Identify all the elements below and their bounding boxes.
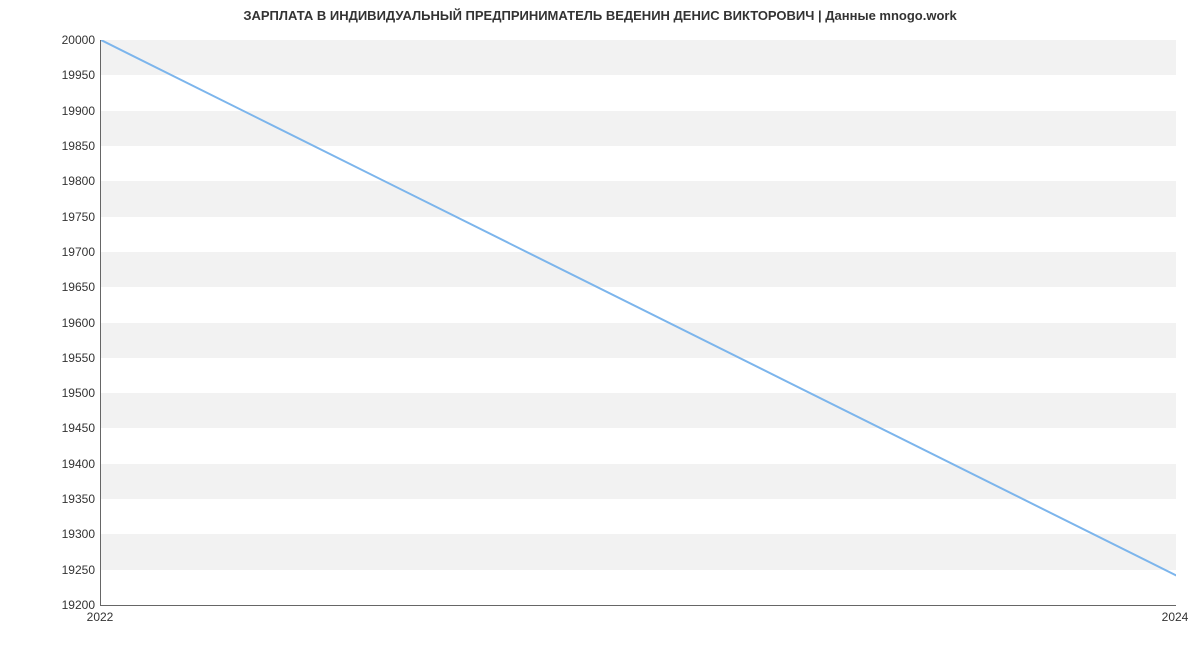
y-tick [100,40,101,41]
y-tick-label: 19550 [5,351,95,365]
data-line [101,40,1176,575]
y-tick-label: 19900 [5,104,95,118]
y-tick [100,464,101,465]
y-tick-label: 19350 [5,492,95,506]
chart-container: ЗАРПЛАТА В ИНДИВИДУАЛЬНЫЙ ПРЕДПРИНИМАТЕЛ… [0,0,1200,650]
y-tick-label: 19750 [5,210,95,224]
y-tick [100,75,101,76]
y-tick [100,499,101,500]
y-tick [100,358,101,359]
y-tick [100,252,101,253]
y-tick [100,393,101,394]
y-tick [100,534,101,535]
y-tick-label: 19300 [5,527,95,541]
y-tick [100,217,101,218]
chart-title: ЗАРПЛАТА В ИНДИВИДУАЛЬНЫЙ ПРЕДПРИНИМАТЕЛ… [0,8,1200,23]
x-tick-label: 2022 [87,610,114,624]
y-tick-label: 19700 [5,245,95,259]
y-tick [100,146,101,147]
y-tick-label: 19650 [5,280,95,294]
y-tick-label: 19200 [5,598,95,612]
y-tick-label: 19450 [5,421,95,435]
y-tick-label: 19850 [5,139,95,153]
y-tick [100,111,101,112]
plot-area [100,40,1176,606]
y-tick-label: 19250 [5,563,95,577]
y-tick-label: 20000 [5,33,95,47]
y-tick [100,323,101,324]
y-tick [100,287,101,288]
y-tick-label: 19500 [5,386,95,400]
y-tick-label: 19950 [5,68,95,82]
y-tick [100,605,101,606]
line-svg [101,40,1176,605]
y-tick-label: 19600 [5,316,95,330]
x-tick [101,605,102,606]
y-tick-label: 19400 [5,457,95,471]
y-tick [100,428,101,429]
y-tick [100,570,101,571]
y-tick [100,181,101,182]
y-tick-label: 19800 [5,174,95,188]
x-tick-label: 2024 [1162,610,1189,624]
